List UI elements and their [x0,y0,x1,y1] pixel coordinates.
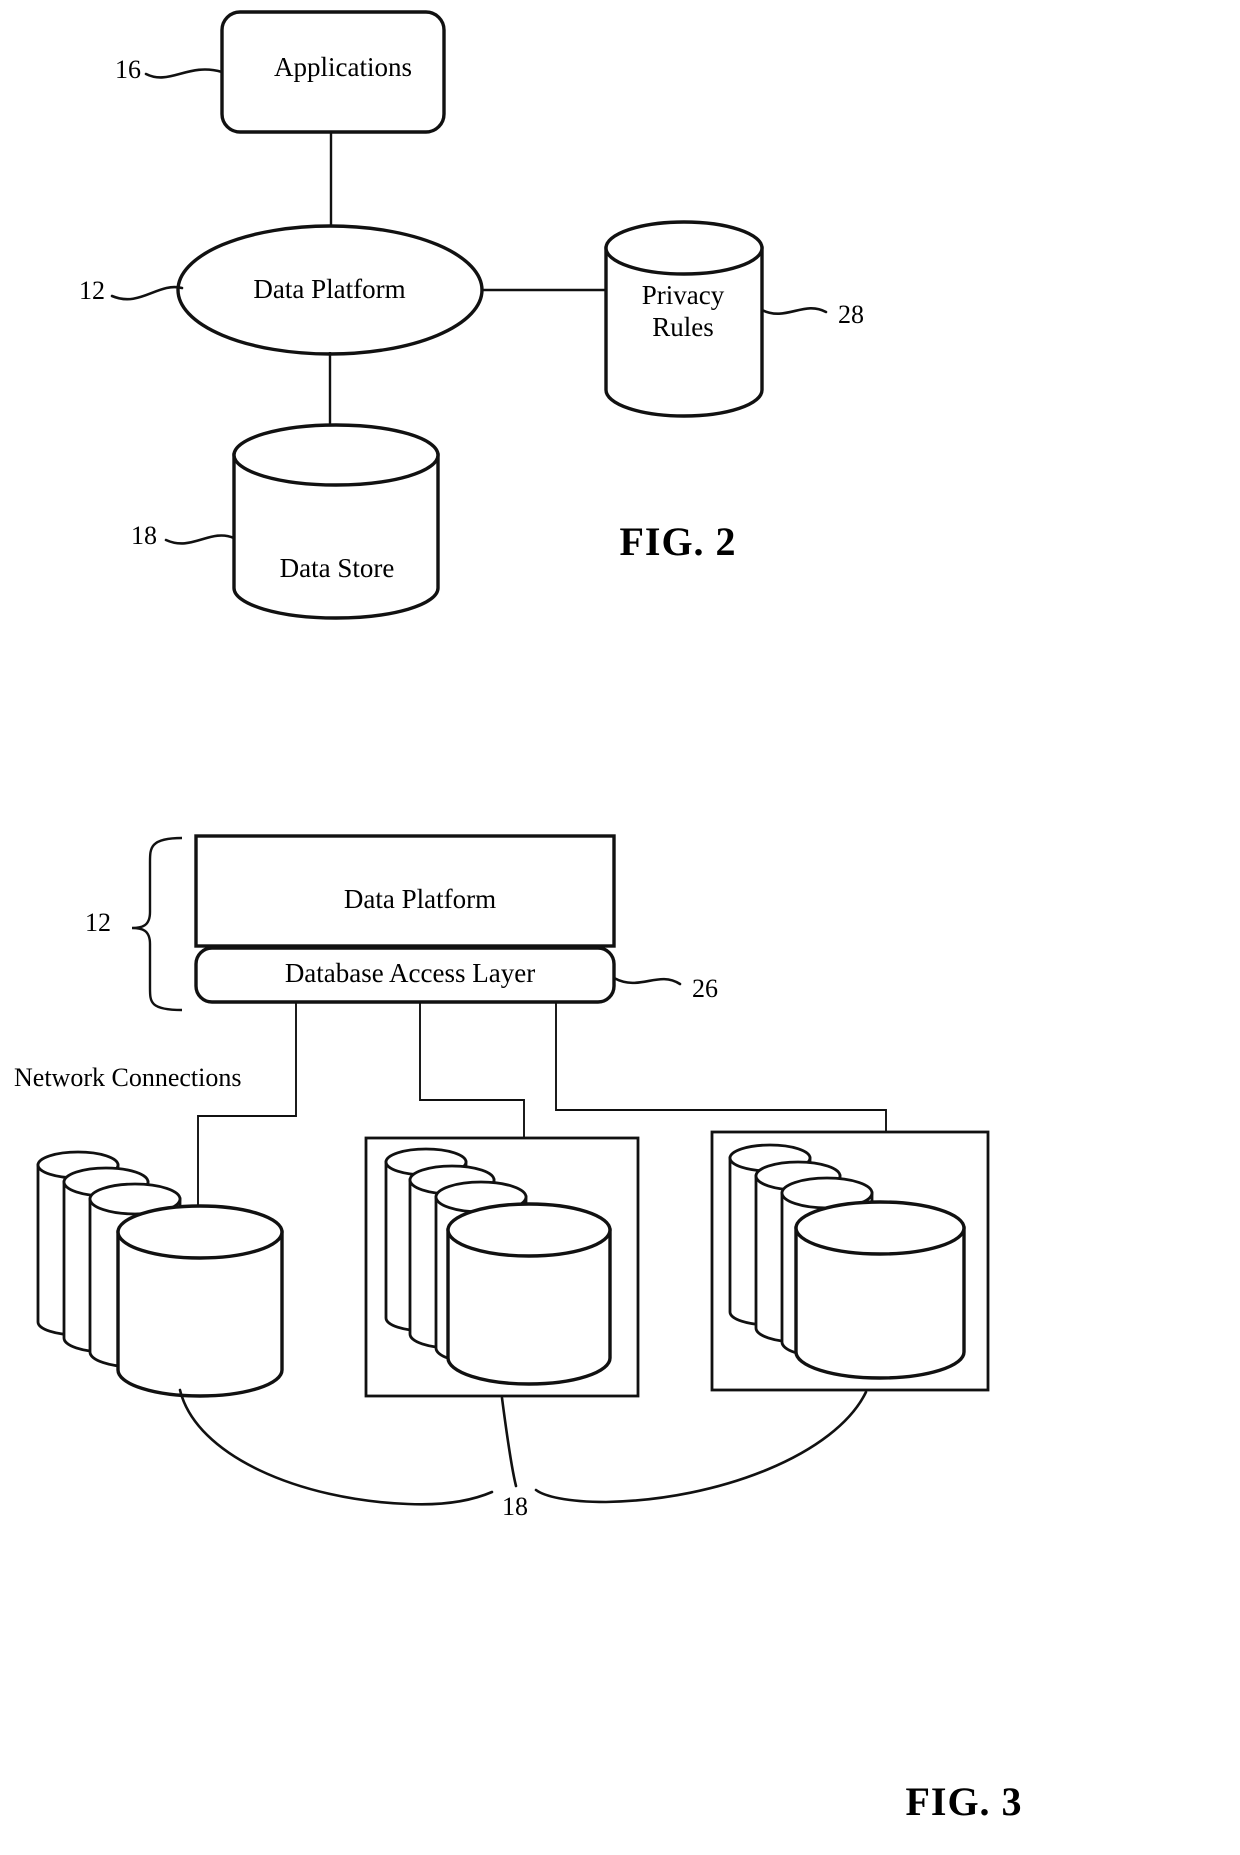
fig2-privacy-rules-label: Privacy Rules [598,280,768,344]
fig3-brace-12 [131,836,183,1012]
fig2-data-store-cylinder [232,423,440,620]
fig3-ref-12: 12 [85,908,111,937]
fig2-applications-label: Applications [274,52,412,82]
fig3-database-access-layer-label: Database Access Layer [284,958,536,988]
patent-drawing-sheet: .ln { fill:none; stroke:#111; stroke-wid… [0,0,1240,1855]
fig3-datastore-group-2 [364,1136,640,1398]
fig3-network-connections-label: Network Connections [14,1063,242,1092]
fig2-data-platform-label: Data Platform [253,274,406,304]
fig2-leader-16 [144,68,224,79]
fig2-ref-18: 18 [131,521,157,550]
fig3-data-platform-label: Data Platform [343,884,497,914]
fig2-ref-16: 16 [115,55,141,84]
fig2-ref-12: 12 [79,276,105,305]
fig3-leader-18-group [178,1388,868,1506]
fig2-privacy-rules-label-line1: Privacy [641,280,725,310]
fig3-datastore-group-3 [710,1130,990,1392]
fig3-datastore-group-1 [36,1150,284,1398]
fig2-data-store-label: Data Store [279,553,395,583]
fig2-ref-28: 28 [838,300,864,329]
fig2-privacy-rules-label-line2: Rules [652,311,714,342]
fig2-leader-18 [164,534,236,545]
fig3-caption: FIG. 3 [905,1779,1023,1824]
fig3-leader-26 [612,976,682,986]
fig2-leader-12 [110,285,184,301]
fig3-ref-26: 26 [692,974,718,1003]
fig3-ref-18: 18 [502,1492,528,1521]
fig2-caption: FIG. 2 [619,519,737,564]
fig2-leader-28 [760,306,828,316]
drawing-canvas: .ln { fill:none; stroke:#111; stroke-wid… [36,10,990,1506]
